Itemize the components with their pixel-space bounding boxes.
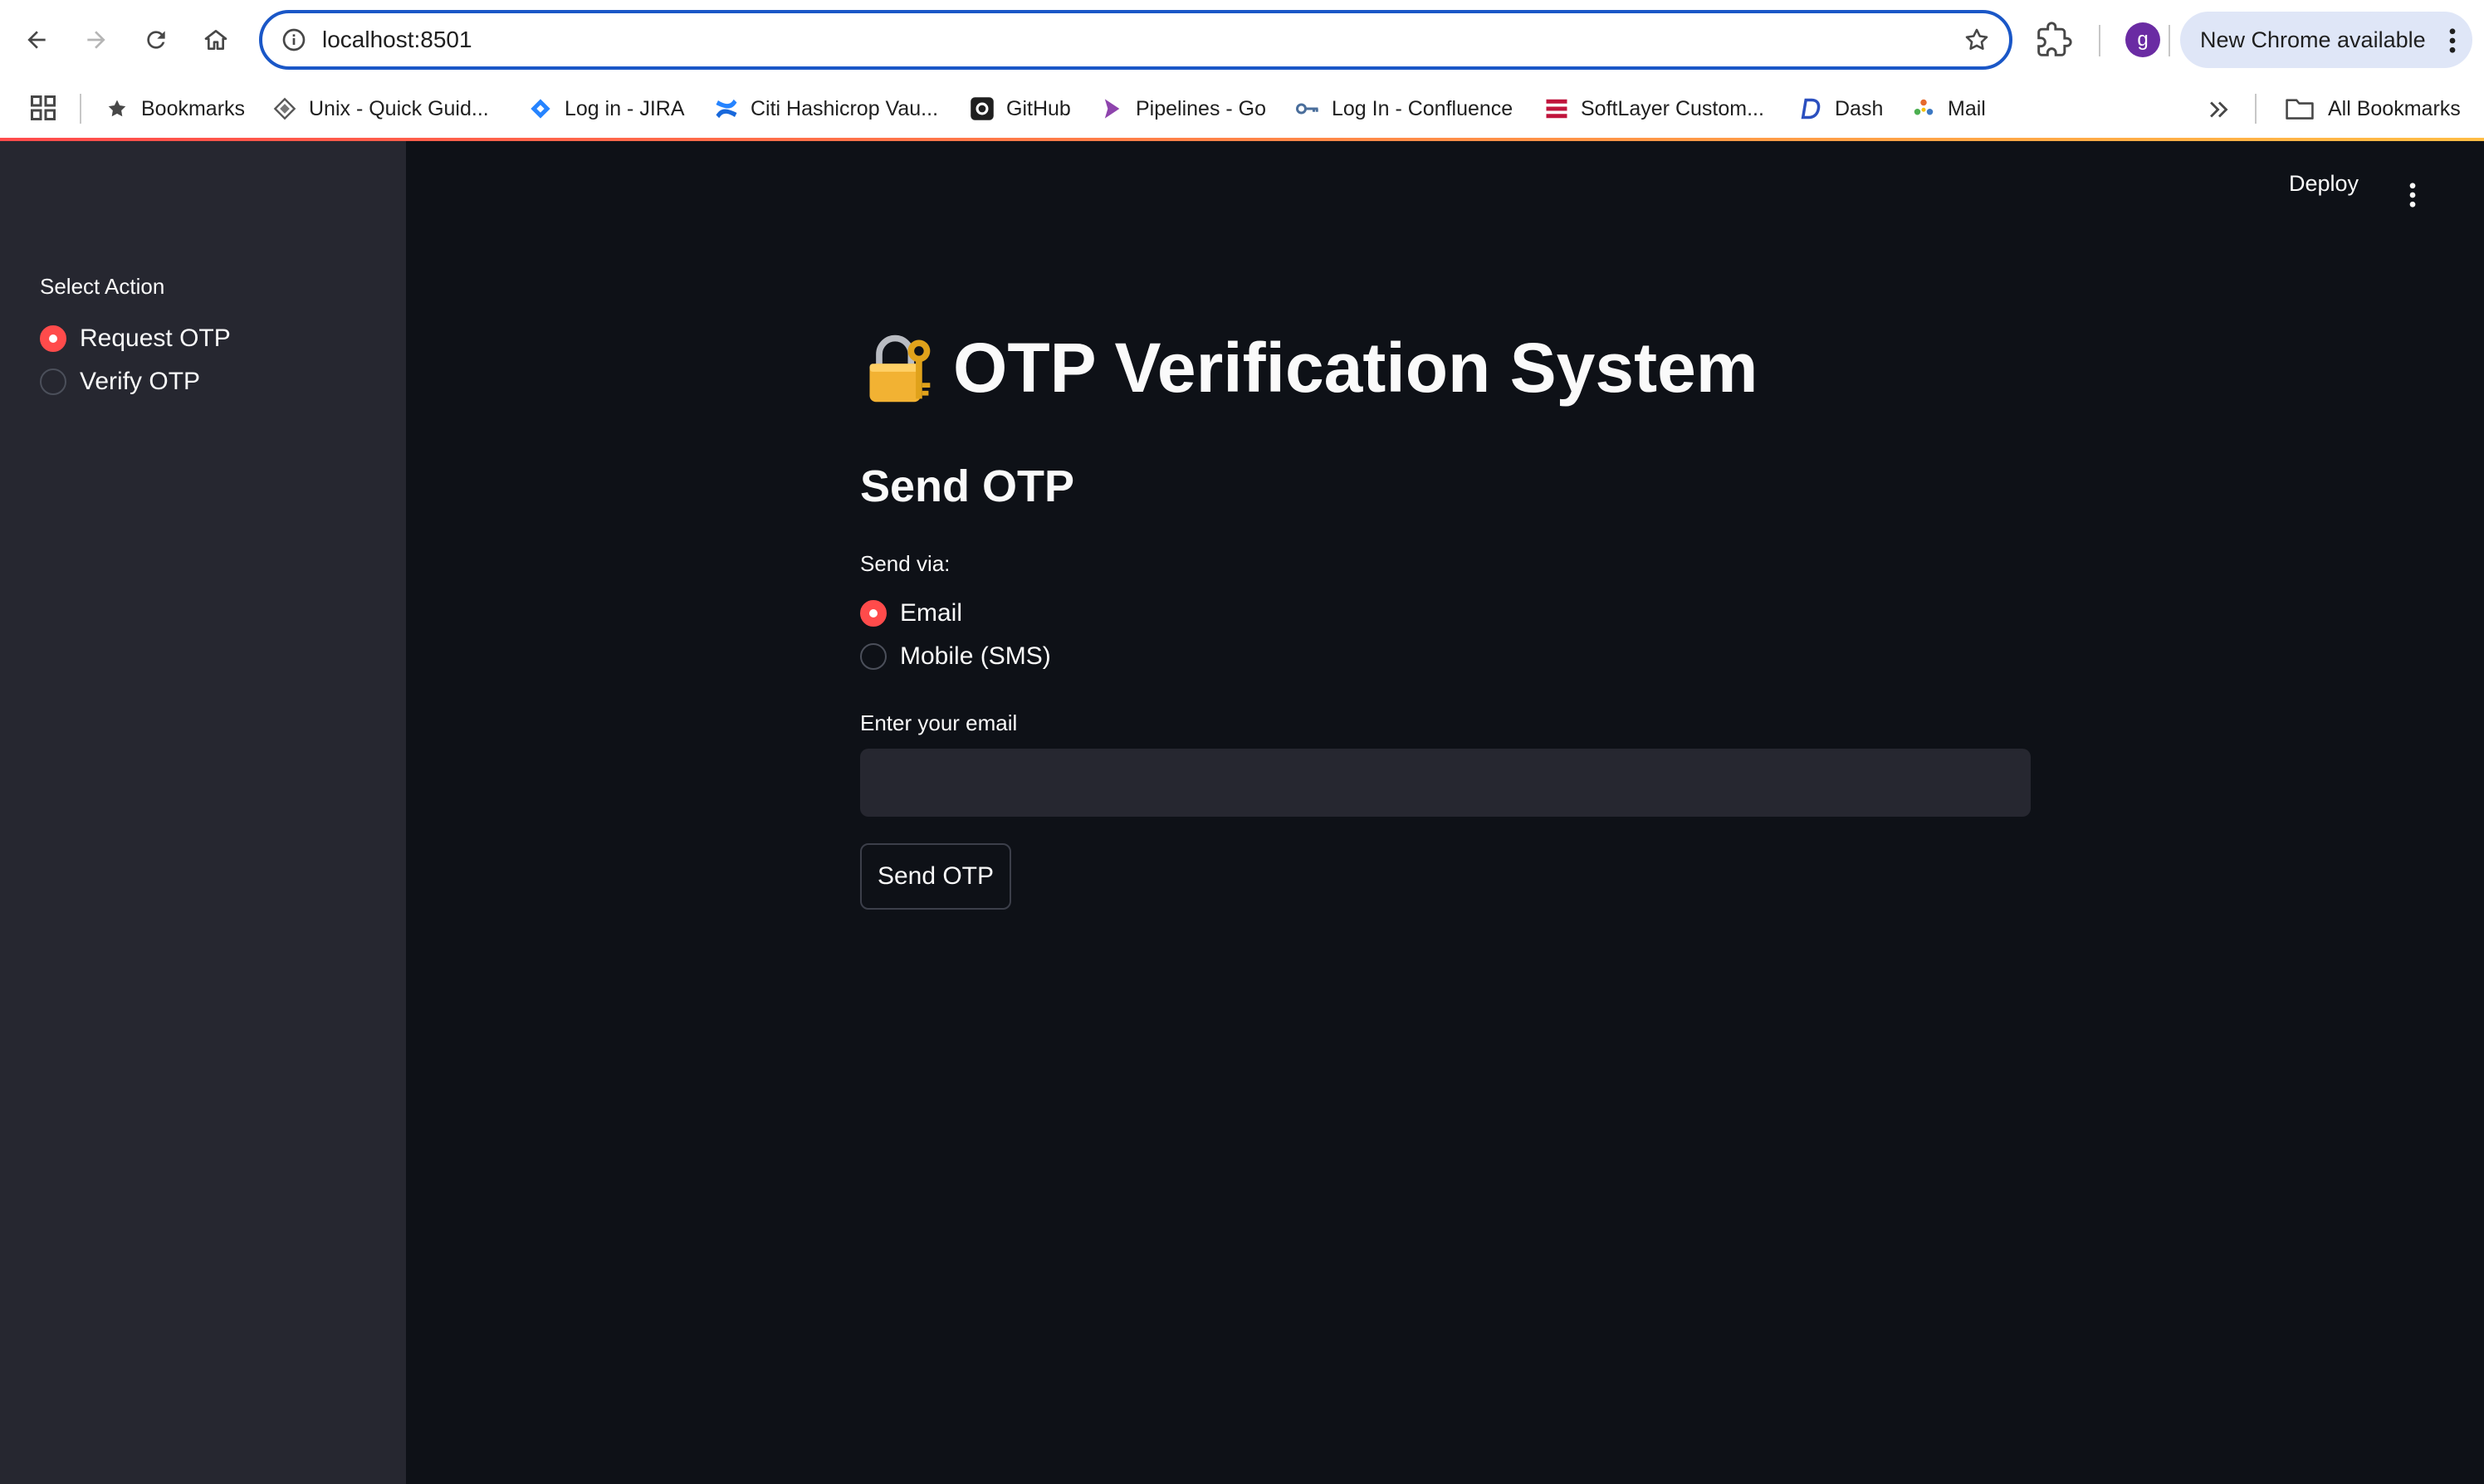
radio-label: Email xyxy=(900,599,963,627)
radio-label: Verify OTP xyxy=(80,368,201,395)
home-icon xyxy=(204,30,227,50)
arrow-left-icon xyxy=(27,31,46,49)
profile-avatar[interactable]: g xyxy=(2125,22,2160,57)
bookmark-item[interactable]: SoftLayer Custom... xyxy=(1544,89,1764,129)
radio-label: Request OTP xyxy=(80,325,231,352)
chevron-double-right-icon[interactable] xyxy=(2205,95,2233,124)
radio-option-request-otp[interactable]: Request OTP xyxy=(40,317,231,360)
bookmark-label: Log In - Confluence xyxy=(1332,96,1513,120)
bookmark-label: SoftLayer Custom... xyxy=(1581,96,1764,120)
all-bookmarks-button[interactable]: All Bookmarks xyxy=(2285,89,2461,129)
radio-button-selected[interactable] xyxy=(860,600,887,627)
apps-grid-icon[interactable] xyxy=(28,93,58,123)
bookmark-item[interactable]: Bookmarks xyxy=(105,89,245,129)
radio-button-selected[interactable] xyxy=(40,325,66,352)
browser-toolbar: localhost:8501 g New Chrome available xyxy=(0,0,2484,81)
bookmark-label: Log in - JIRA xyxy=(565,96,685,120)
gocd-icon xyxy=(1099,96,1124,121)
send-otp-button[interactable]: Send OTP xyxy=(860,843,1011,910)
mail-icon xyxy=(1911,96,1936,121)
lock-key-icon xyxy=(869,334,931,402)
email-field[interactable] xyxy=(860,749,2031,817)
bookmarks-bar: Bookmarks Unix - Quick Guid... Log in - … xyxy=(0,81,2484,139)
send-via-radio-group: Email Mobile (SMS) xyxy=(860,592,1051,678)
star-icon xyxy=(105,96,130,121)
bookmark-label: Bookmarks xyxy=(141,96,246,120)
radio-label: Mobile (SMS) xyxy=(900,642,1051,670)
chrome-menu-icon[interactable] xyxy=(2449,28,2456,53)
bookmark-item[interactable]: GitHub xyxy=(970,89,1071,129)
toolbar-divider xyxy=(2169,25,2170,56)
bookmark-item[interactable]: Log In - Confluence xyxy=(1295,89,1513,129)
bookmark-item[interactable]: Unix - Quick Guid... xyxy=(272,89,489,129)
reload-icon xyxy=(147,31,165,49)
radio-option-mobile-sms[interactable]: Mobile (SMS) xyxy=(860,635,1051,678)
bookmark-item[interactable]: Dash xyxy=(1798,89,1883,129)
key-icon xyxy=(1295,96,1320,121)
url-text[interactable]: localhost:8501 xyxy=(322,13,472,66)
bookmark-star-icon[interactable] xyxy=(1963,26,1991,54)
jira-icon xyxy=(528,96,553,121)
bookmarks-divider xyxy=(2255,94,2257,124)
select-action-radio-group: Request OTP Verify OTP xyxy=(40,317,231,403)
chrome-update-button[interactable]: New Chrome available xyxy=(2180,12,2472,68)
bookmark-item[interactable]: Pipelines - Go xyxy=(1099,89,1266,129)
bookmarks-divider xyxy=(80,94,81,124)
arrow-right-icon xyxy=(87,31,105,49)
radio-option-verify-otp[interactable]: Verify OTP xyxy=(40,360,231,403)
dash-icon xyxy=(1798,96,1823,121)
bookmark-label: Mail xyxy=(1948,96,1986,120)
address-bar[interactable]: localhost:8501 xyxy=(259,10,2012,70)
radio-option-email[interactable]: Email xyxy=(860,592,1051,635)
radio-button[interactable] xyxy=(860,643,887,670)
sidebar: Select Action Request OTP Verify OTP xyxy=(0,141,406,1484)
back-button[interactable] xyxy=(15,18,58,61)
home-button[interactable] xyxy=(194,18,237,61)
site-info-icon[interactable] xyxy=(281,27,307,53)
unix-icon xyxy=(272,96,297,121)
bookmark-item[interactable]: Log in - JIRA xyxy=(528,89,685,129)
forward-button[interactable] xyxy=(75,18,118,61)
chrome-update-label: New Chrome available xyxy=(2200,27,2426,52)
bookmark-item[interactable]: Citi Hashicrop Vau... xyxy=(714,89,938,129)
page-title-text: OTP Verification System xyxy=(953,329,1758,407)
email-field-label: Enter your email xyxy=(860,710,1018,735)
send-via-label: Send via: xyxy=(860,551,951,576)
section-heading: Send OTP xyxy=(860,461,1075,511)
toolbar-divider xyxy=(2099,25,2100,56)
bookmark-item[interactable]: Mail xyxy=(1911,89,1986,129)
deploy-button[interactable]: Deploy xyxy=(2289,171,2359,197)
folder-icon xyxy=(2286,99,2314,120)
all-bookmarks-label: All Bookmarks xyxy=(2328,96,2461,120)
bookmark-label: Pipelines - Go xyxy=(1136,96,1267,120)
select-action-label: Select Action xyxy=(40,274,165,299)
softlayer-icon xyxy=(1544,96,1569,121)
app-menu-kebab-icon[interactable] xyxy=(2409,183,2416,207)
bookmark-label: Citi Hashicrop Vau... xyxy=(751,96,939,120)
reload-button[interactable] xyxy=(134,18,178,61)
bookmark-label: GitHub xyxy=(1006,96,1071,120)
extensions-puzzle-icon[interactable] xyxy=(2036,22,2072,58)
radio-button[interactable] xyxy=(40,369,66,395)
confluence-icon xyxy=(714,96,739,121)
bookmark-label: Dash xyxy=(1835,96,1884,120)
page-title: OTP Verification System xyxy=(860,328,1758,408)
bookmark-label: Unix - Quick Guid... xyxy=(309,96,489,120)
github-icon xyxy=(970,96,995,121)
